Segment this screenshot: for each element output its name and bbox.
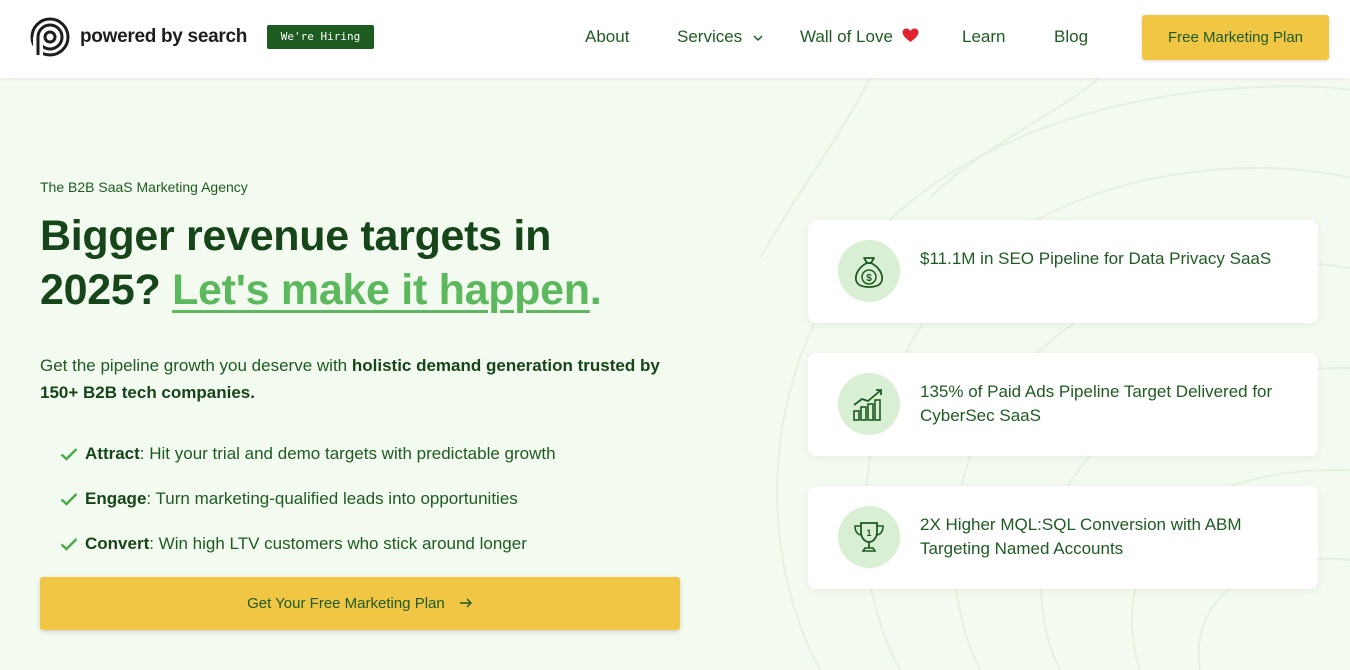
nav-blog[interactable]: Blog <box>1054 27 1088 47</box>
growth-chart-icon <box>853 389 882 421</box>
svg-text:1: 1 <box>866 528 871 538</box>
headline-accent-link[interactable]: Let's make it happen <box>172 266 590 314</box>
lede-plain: Get the pipeline growth you deserve with <box>40 356 348 375</box>
svg-text:$: $ <box>866 273 872 284</box>
check-icon <box>60 447 78 461</box>
bullet-engage: Engage: Turn marketing-qualified leads i… <box>60 476 556 521</box>
trophy-icon-circle: 1 <box>838 506 900 568</box>
headline-year: 2025? <box>40 266 161 314</box>
trophy-icon: 1 <box>854 522 884 552</box>
bullet-text: : Hit your trial and demo targets with p… <box>139 443 556 463</box>
nav-about[interactable]: About <box>585 27 629 47</box>
result-text: $11.1M in SEO Pipeline for Data Privacy … <box>920 249 1272 268</box>
result-card-abm[interactable]: 1 2X Higher MQL:SQL Conversion with ABM … <box>808 486 1318 589</box>
arrow-right-icon <box>459 598 472 608</box>
bullet-attract: Attract: Hit your trial and demo targets… <box>60 431 556 476</box>
hero-cta-label: Get Your Free Marketing Plan <box>247 595 445 612</box>
bullet-convert: Convert: Win high LTV customers who stic… <box>60 521 556 566</box>
brand-logo[interactable]: powered by search <box>30 17 247 57</box>
logo-mark-icon <box>30 17 70 57</box>
money-bag-icon: $ <box>854 257 884 288</box>
nav-wall-of-love[interactable]: Wall of Love <box>800 27 919 47</box>
hiring-badge[interactable]: We're Hiring <box>267 25 374 49</box>
check-icon <box>60 492 78 506</box>
logo-text: powered by search <box>80 26 248 47</box>
headline-line-1: Bigger revenue targets in <box>40 212 552 260</box>
nav-services[interactable]: Services <box>677 27 763 47</box>
headline-period: . <box>589 266 602 314</box>
free-marketing-plan-button[interactable]: Free Marketing Plan <box>1142 15 1329 60</box>
bullet-text: : Win high LTV customers who stick aroun… <box>149 533 527 553</box>
heart-icon <box>902 28 919 42</box>
result-card-seo[interactable]: $ $11.1M in SEO Pipeline for Data Privac… <box>808 220 1318 323</box>
nav-services-label: Services <box>677 27 743 46</box>
nav-wall-of-love-label: Wall of Love <box>800 27 893 46</box>
get-free-marketing-plan-button[interactable]: Get Your Free Marketing Plan <box>40 577 680 630</box>
check-icon <box>60 537 78 551</box>
result-text: 2X Higher MQL:SQL Conversion with ABM Ta… <box>920 515 1242 558</box>
bullet-term: Engage <box>85 488 147 508</box>
hero-eyebrow: The B2B SaaS Marketing Agency <box>40 179 248 195</box>
nav-learn[interactable]: Learn <box>962 27 1005 47</box>
bullet-term: Convert <box>85 533 150 553</box>
chevron-down-icon <box>753 34 763 41</box>
site-header: powered by search We're Hiring About Ser… <box>0 0 1350 78</box>
money-bag-icon-circle: $ <box>838 240 900 302</box>
value-bullets: Attract: Hit your trial and demo targets… <box>60 431 556 566</box>
result-card-paid-ads[interactable]: 135% of Paid Ads Pipeline Target Deliver… <box>808 353 1318 456</box>
result-text: 135% of Paid Ads Pipeline Target Deliver… <box>920 382 1273 425</box>
hero-headline: Bigger revenue targets in 2025? Let's ma… <box>40 209 740 317</box>
growth-chart-icon-circle <box>838 373 900 435</box>
hero-lede: Get the pipeline growth you deserve with… <box>40 352 690 406</box>
bullet-text: : Turn marketing-qualified leads into op… <box>146 488 518 508</box>
bullet-term: Attract <box>85 443 140 463</box>
